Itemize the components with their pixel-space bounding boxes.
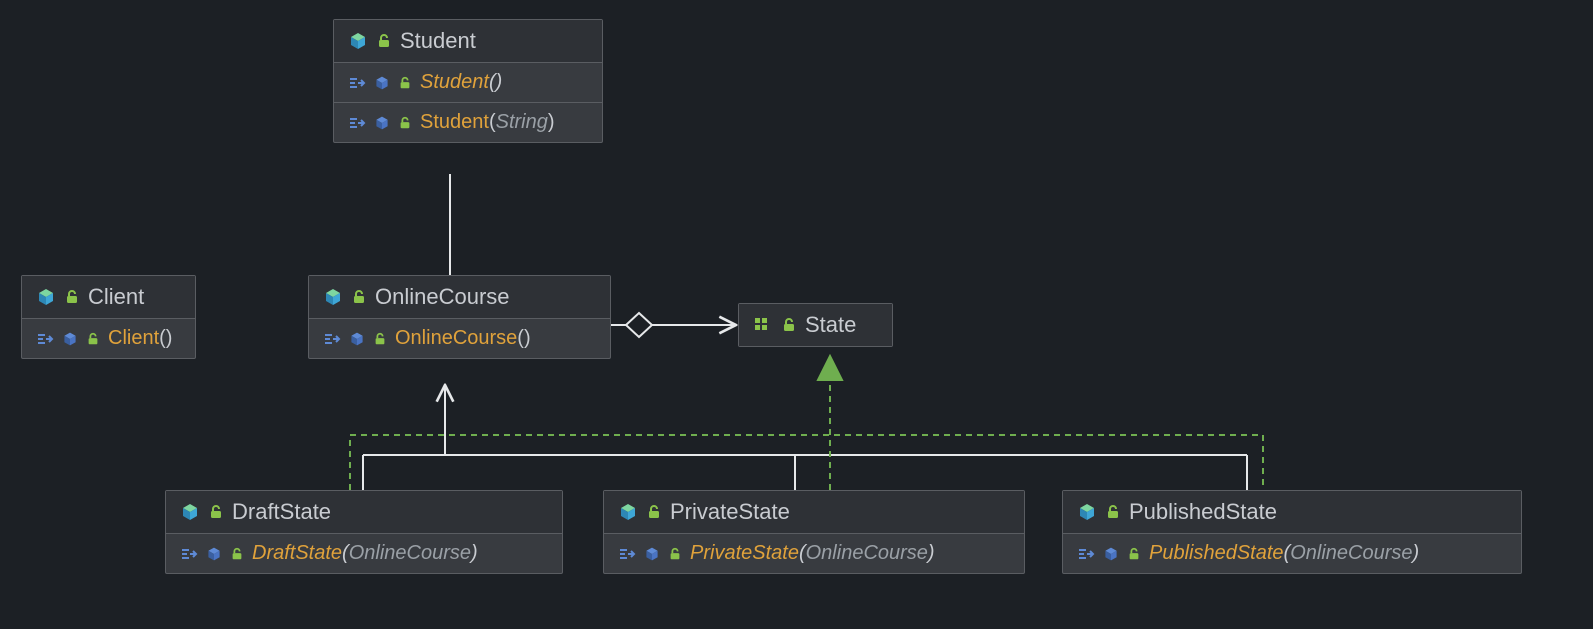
- unlock-icon: [646, 504, 662, 520]
- class-header: State: [739, 304, 892, 346]
- class-title: Student: [400, 28, 476, 54]
- method-arrow-icon: [180, 547, 198, 561]
- class-header: PrivateState: [604, 491, 1024, 534]
- class-node-publishedstate[interactable]: PublishedState PublishedState(OnlineCour…: [1062, 490, 1522, 574]
- unlock-icon: [351, 289, 367, 305]
- method-name: Student: [420, 71, 489, 93]
- method-name: PublishedState: [1149, 542, 1284, 564]
- method-row[interactable]: Student(String): [334, 103, 602, 142]
- class-node-privatestate[interactable]: PrivateState PrivateState(OnlineCourse): [603, 490, 1025, 574]
- class-title: PublishedState: [1129, 499, 1277, 525]
- class-icon: [36, 287, 56, 307]
- class-header: DraftState: [166, 491, 562, 534]
- unlock-icon: [398, 116, 412, 130]
- class-title: DraftState: [232, 499, 331, 525]
- method-row[interactable]: PublishedState(OnlineCourse): [1063, 534, 1521, 573]
- class-node-client[interactable]: Client Client(): [21, 275, 196, 359]
- method-name: DraftState: [252, 542, 342, 564]
- method-cube-icon: [374, 75, 390, 91]
- param-type: String: [496, 111, 548, 133]
- method-cube-icon: [644, 546, 660, 562]
- param-type: OnlineCourse: [1290, 542, 1412, 564]
- class-header: Student: [334, 20, 602, 63]
- class-icon: [348, 31, 368, 51]
- unlock-icon: [781, 317, 797, 333]
- unlock-icon: [398, 76, 412, 90]
- method-cube-icon: [62, 331, 78, 347]
- unlock-icon: [1127, 547, 1141, 561]
- method-cube-icon: [374, 115, 390, 131]
- class-title: State: [805, 312, 856, 338]
- param-type: OnlineCourse: [806, 542, 928, 564]
- method-cube-icon: [1103, 546, 1119, 562]
- unlock-icon: [668, 547, 682, 561]
- method-arrow-icon: [323, 332, 341, 346]
- method-name: Student: [420, 111, 489, 133]
- class-node-onlinecourse[interactable]: OnlineCourse OnlineCourse(): [308, 275, 611, 359]
- class-icon: [1077, 502, 1097, 522]
- method-cube-icon: [206, 546, 222, 562]
- class-node-student[interactable]: Student Student() Student(String): [333, 19, 603, 143]
- edge-states-realize-state: [350, 358, 1263, 490]
- unlock-icon: [64, 289, 80, 305]
- unlock-icon: [208, 504, 224, 520]
- method-cube-icon: [349, 331, 365, 347]
- edge-onlinecourse-state: [611, 313, 736, 337]
- method-row[interactable]: Student(): [334, 63, 602, 103]
- unlock-icon: [373, 332, 387, 346]
- method-row[interactable]: OnlineCourse(): [309, 319, 610, 358]
- interface-node-state[interactable]: State: [738, 303, 893, 347]
- unlock-icon: [376, 33, 392, 49]
- param-type: OnlineCourse: [349, 542, 471, 564]
- class-header: OnlineCourse: [309, 276, 610, 319]
- uml-diagram-canvas[interactable]: Student Student() Student(String) Client…: [0, 0, 1593, 629]
- unlock-icon: [1105, 504, 1121, 520]
- unlock-icon: [86, 332, 100, 346]
- edge-states-to-onlinecourse: [363, 385, 1247, 490]
- method-name: OnlineCourse: [395, 327, 517, 349]
- method-arrow-icon: [348, 76, 366, 90]
- class-title: PrivateState: [670, 499, 790, 525]
- method-arrow-icon: [36, 332, 54, 346]
- method-row[interactable]: Client(): [22, 319, 195, 358]
- method-arrow-icon: [1077, 547, 1095, 561]
- method-name: Client: [108, 327, 159, 349]
- interface-icon: [753, 316, 773, 334]
- class-title: OnlineCourse: [375, 284, 510, 310]
- method-row[interactable]: DraftState(OnlineCourse): [166, 534, 562, 573]
- class-icon: [323, 287, 343, 307]
- unlock-icon: [230, 547, 244, 561]
- class-icon: [180, 502, 200, 522]
- method-arrow-icon: [618, 547, 636, 561]
- method-arrow-icon: [348, 116, 366, 130]
- class-title: Client: [88, 284, 144, 310]
- method-row[interactable]: PrivateState(OnlineCourse): [604, 534, 1024, 573]
- method-name: PrivateState: [690, 542, 799, 564]
- class-header: PublishedState: [1063, 491, 1521, 534]
- class-header: Client: [22, 276, 195, 319]
- class-icon: [618, 502, 638, 522]
- class-node-draftstate[interactable]: DraftState DraftState(OnlineCourse): [165, 490, 563, 574]
